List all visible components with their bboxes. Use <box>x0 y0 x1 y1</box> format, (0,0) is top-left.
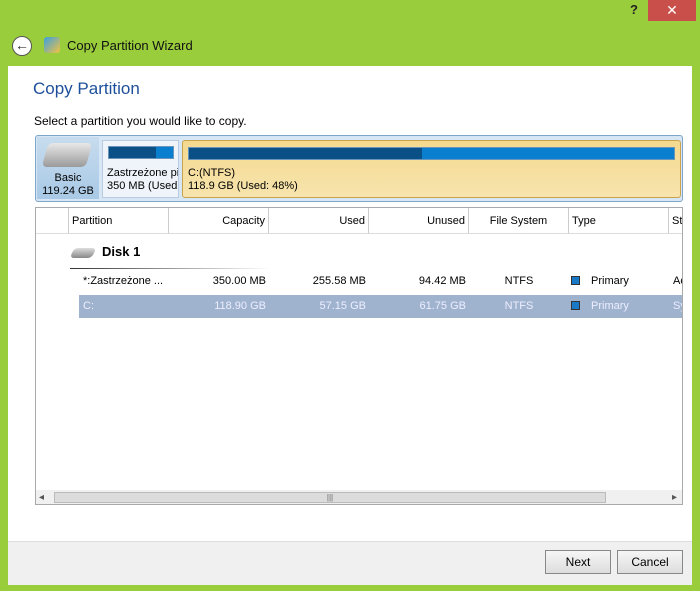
disk-size: 119.24 GB <box>42 185 94 197</box>
cell-capacity: 118.90 GB <box>214 300 266 312</box>
column-header-status[interactable]: St <box>669 208 682 234</box>
cell-partition: *:Zastrzeżone ... <box>83 275 164 287</box>
primary-type-icon <box>571 301 580 310</box>
scroll-right-arrow[interactable]: ▸ <box>672 490 677 504</box>
cell-capacity: 350.00 MB <box>212 275 266 287</box>
cell-file-system: NTFS <box>504 275 534 287</box>
partition-name: Zastrzeżone pi <box>107 167 179 179</box>
cell-file-system: NTFS <box>504 300 534 312</box>
cell-type: Primary <box>591 300 629 312</box>
grip-icon: ||| <box>326 493 334 502</box>
cell-used: 255.58 MB <box>312 275 366 287</box>
column-header-unused[interactable]: Unused <box>369 208 469 234</box>
divider <box>70 268 270 269</box>
wizard-icon <box>44 37 60 53</box>
usage-bar <box>108 146 174 159</box>
column-header-file-system[interactable]: File System <box>469 208 569 234</box>
table-row[interactable]: *:Zastrzeżone ... 350.00 MB 255.58 MB 94… <box>79 270 682 293</box>
partition-table: Partition Capacity Used Unused File Syst… <box>35 207 683 505</box>
primary-type-icon <box>571 276 580 285</box>
instruction-text: Select a partition you would like to cop… <box>34 114 247 128</box>
cell-status: Ac <box>673 275 682 287</box>
cell-unused: 61.75 GB <box>419 300 466 312</box>
horizontal-scrollbar[interactable]: ◂ ||| ▸ <box>36 490 682 504</box>
partition-info: 350 MB (Used: <box>107 180 179 192</box>
partition-info: 118.9 GB (Used: 48%) <box>188 180 298 192</box>
disk-type: Basic <box>54 172 82 184</box>
partition-name: C:(NTFS) <box>188 167 236 179</box>
page-title: Copy Partition <box>33 79 140 98</box>
window-title: Copy Partition Wizard <box>67 38 193 53</box>
close-button[interactable]: ✕ <box>648 0 696 21</box>
next-button[interactable]: Next <box>545 550 611 574</box>
disk-icon <box>69 248 97 258</box>
back-button[interactable]: ← <box>12 36 32 56</box>
usage-bar <box>188 147 675 160</box>
cancel-button[interactable]: Cancel <box>617 550 683 574</box>
hard-disk-icon <box>41 143 93 167</box>
scroll-left-arrow[interactable]: ◂ <box>39 490 44 504</box>
disk-label: Disk 1 <box>102 244 141 259</box>
column-header-partition[interactable]: Partition <box>69 208 169 234</box>
column-header-used[interactable]: Used <box>269 208 369 234</box>
partition-block-c[interactable]: C:(NTFS) 118.9 GB (Used: 48%) <box>182 140 681 198</box>
scroll-thumb[interactable]: ||| <box>54 492 606 503</box>
column-header-capacity[interactable]: Capacity <box>169 208 269 234</box>
partition-block-reserved[interactable]: Zastrzeżone pi 350 MB (Used: <box>102 140 179 198</box>
help-button[interactable]: ? <box>624 2 644 20</box>
cell-used: 57.15 GB <box>319 300 366 312</box>
cell-status: Sy <box>673 300 682 312</box>
column-header-blank <box>36 208 69 234</box>
cell-partition: C: <box>83 300 94 312</box>
column-header-type[interactable]: Type <box>569 208 669 234</box>
table-row-selected[interactable]: C: 118.90 GB 57.15 GB 61.75 GB NTFS Prim… <box>79 295 682 318</box>
cell-type: Primary <box>591 275 629 287</box>
cell-unused: 94.42 MB <box>418 275 466 287</box>
